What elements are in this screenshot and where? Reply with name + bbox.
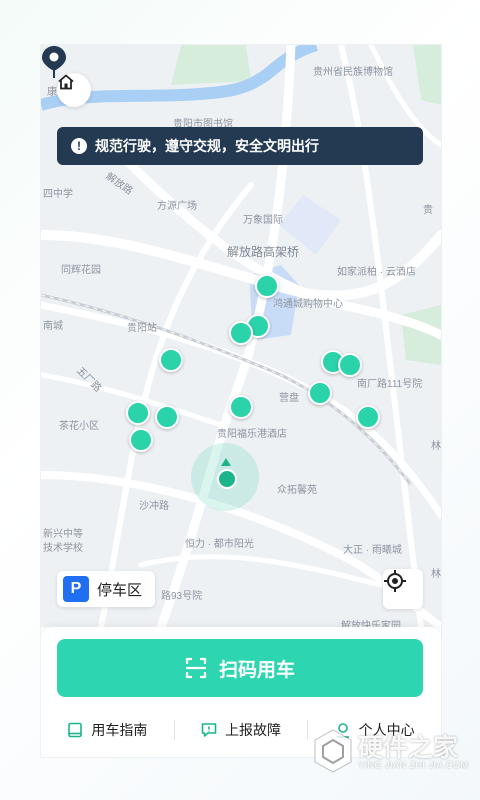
map-label: 恒力 · 都市阳光	[185, 539, 254, 550]
map-label: 南厂路111号院	[357, 379, 423, 390]
book-icon	[68, 722, 83, 738]
parking-icon: P	[63, 576, 89, 602]
bike-marker[interactable]	[126, 401, 150, 425]
home-button[interactable]	[57, 73, 91, 107]
map-label: 解放路高架桥	[227, 245, 300, 259]
parking-label: 停车区	[97, 581, 143, 599]
map-label: 解放快乐家园	[341, 621, 401, 627]
map-label: 方源广场	[157, 201, 197, 212]
app-screen: 贵州省民族博物馆 康 贵阳市图书馆 四中学 方源广场 万象国际 贵 解放路 解放…	[40, 44, 442, 758]
bike-marker[interactable]	[338, 353, 362, 377]
map-label: 沙冲路	[139, 501, 169, 512]
nav-ride-guide[interactable]: 用车指南	[41, 720, 174, 740]
map-label: 贵阳站	[127, 323, 157, 334]
scan-to-ride-button[interactable]: 扫码用车	[57, 639, 423, 697]
current-location-dot	[217, 469, 237, 489]
map-label: 贵州省民族博物馆	[313, 67, 393, 78]
parking-area-button[interactable]: P 停车区	[57, 571, 155, 607]
map-label: 技术学校	[43, 543, 83, 554]
bike-marker[interactable]	[229, 321, 253, 345]
map-label: 茶花小区	[59, 421, 99, 432]
heading-arrow-icon	[221, 458, 231, 466]
map-label: 贵	[423, 205, 433, 216]
locate-me-button[interactable]	[383, 569, 423, 609]
scan-label: 扫码用车	[218, 659, 295, 681]
bike-marker[interactable]	[155, 405, 179, 429]
crosshair-icon	[384, 570, 406, 592]
map-label: 新兴中等	[43, 529, 83, 540]
map-label: 贵阳福乐港酒店	[217, 429, 287, 440]
nav-report-fault[interactable]: 上报故障	[175, 720, 308, 740]
safety-notice-banner: ! 规范行驶，遵守交规，安全文明出行	[57, 127, 423, 165]
bike-marker[interactable]	[159, 348, 183, 372]
bike-marker[interactable]	[229, 395, 253, 419]
bike-marker[interactable]	[308, 381, 332, 405]
map-label: 万象国际	[243, 215, 283, 226]
map-label: 林	[431, 441, 441, 452]
nav-report-fault-label: 上报故障	[225, 722, 281, 738]
map-view[interactable]: 贵州省民族博物馆 康 贵阳市图书馆 四中学 方源广场 万象国际 贵 解放路 解放…	[41, 45, 441, 627]
map-label: 路93号院	[161, 591, 203, 602]
nav-ride-guide-label: 用车指南	[91, 722, 148, 738]
map-label: 南城	[43, 321, 63, 332]
notice-text: 规范行驶，遵守交规，安全文明出行	[95, 138, 319, 154]
site-watermark: 硬件之家 YING JIAN ZHI JIA.COM	[310, 726, 480, 778]
bike-marker[interactable]	[356, 405, 380, 429]
map-label: 同辉花园	[61, 265, 101, 276]
watermark-title: 硬件之家	[358, 734, 459, 762]
bike-marker[interactable]	[255, 274, 279, 298]
map-label: 大正 · 雨曦城	[343, 545, 402, 556]
map-label: 营盘	[279, 393, 299, 404]
map-label: 鸿通城购物中心	[273, 299, 343, 310]
map-label: 林	[431, 569, 441, 580]
report-icon	[201, 723, 217, 737]
map-label: 康	[47, 87, 57, 98]
map-label: 众拓馨苑	[277, 485, 317, 496]
scan-icon	[185, 657, 207, 679]
map-label: 如家派柏 · 云酒店	[337, 267, 416, 278]
watermark-subtitle: YING JIAN ZHI JIA.COM	[358, 760, 469, 770]
watermark-logo-icon	[314, 729, 352, 773]
home-icon	[58, 74, 74, 90]
bike-marker[interactable]	[129, 428, 153, 452]
exclamation-icon: !	[71, 138, 87, 154]
map-label: 四中学	[43, 189, 73, 200]
